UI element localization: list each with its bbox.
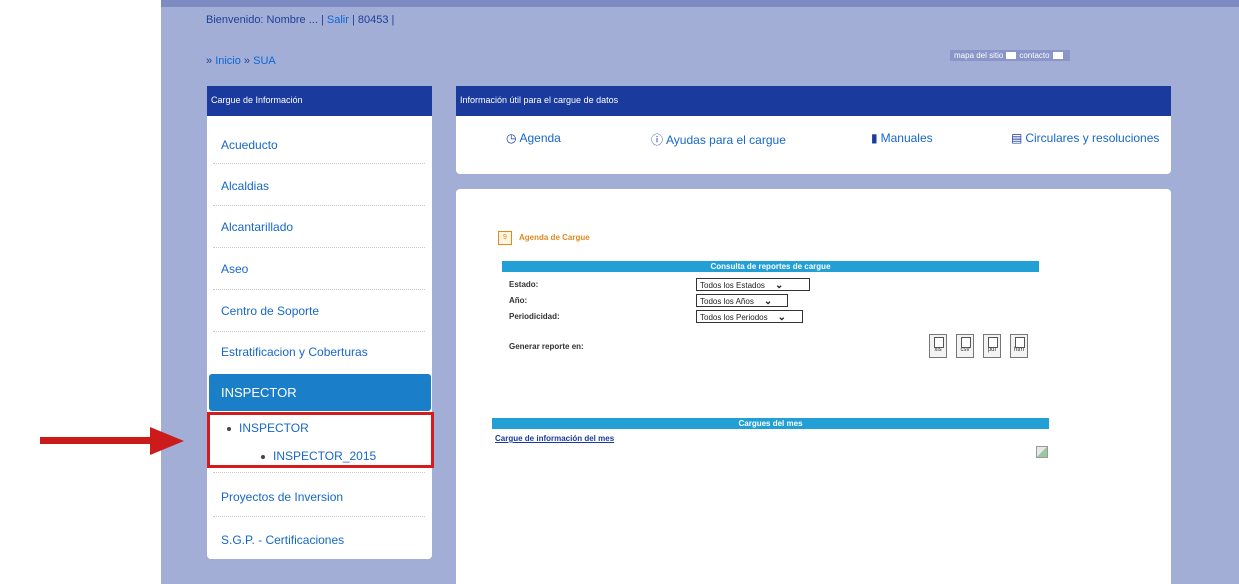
divider [213,247,425,248]
top-bar [161,0,1239,7]
agenda-link[interactable]: ◷ Agenda [506,131,561,145]
anio-select[interactable]: Todos los Años ⌄ [696,294,788,307]
chevron-down-icon: ⌄ [774,280,784,291]
mail-icon [1052,52,1063,60]
sidebar-item-alcaldias[interactable]: Alcaldias [221,179,269,193]
sidebar-item-centro-soporte[interactable]: Centro de Soporte [221,304,319,318]
sidebar-title: Cargue de Información [207,86,432,116]
filter-label-estado: Estado: [509,280,539,289]
welcome-bar: Bienvenido: Nombre ... | Salir | 80453 | [206,14,394,26]
breadcrumb-home[interactable]: Inicio [215,55,241,67]
logout-link[interactable]: Salir [327,14,349,26]
book-icon: ▮ [871,131,878,145]
periodicidad-select-value: Todos los Periodos [700,313,768,322]
divider [213,516,425,517]
sidebar-item-acueducto[interactable]: Acueducto [221,138,278,152]
circulars-label: Circulares y resoluciones [1025,131,1160,145]
breadcrumb-current[interactable]: SUA [253,55,276,67]
help-icon: ⓘ [651,133,664,147]
sidebar-item-proyectos[interactable]: Proyectos de Inversion [221,490,343,504]
contact-link[interactable]: contacto [1019,51,1049,60]
month-upload-link[interactable]: Cargue de información del mes [495,434,614,443]
clock-icon: ◷ [506,131,517,145]
info-panel: ◷ Agenda ⓘ Ayudas para el cargue ▮ Manuales… [456,116,1171,174]
annotation-arrow-shaft [40,437,156,444]
estado-select-value: Todos los Estados [700,281,765,290]
agenda-title: Agenda de Cargue [519,233,590,242]
broken-image-icon [1036,446,1048,458]
breadcrumb: » Inicio » SUA [206,55,276,67]
estado-select[interactable]: Todos los Estados ⌄ [696,278,810,291]
periodicidad-select[interactable]: Todos los Periodos ⌄ [696,310,803,323]
chevron-down-icon: ⌄ [777,312,786,323]
arrow-right-icon [150,427,184,455]
agenda-label: Agenda [519,131,561,145]
divider [213,331,425,332]
htm-export-button[interactable]: htm [1010,334,1028,358]
report-label: Generar reporte en: [509,342,584,351]
circulars-link[interactable]: ▤ Circulares y resoluciones [1011,131,1159,145]
manuals-link[interactable]: ▮ Manuales [871,131,933,145]
filter-label-anio: Año: [509,296,528,305]
chevron-down-icon: ⌄ [763,296,773,307]
highlight-box [207,412,434,468]
breadcrumb-separator: » [240,55,254,67]
query-bar: Consulta de reportes de cargue [502,261,1039,272]
manuals-label: Manuales [880,131,933,145]
sidebar-item-inspector-active[interactable]: INSPECTOR [209,374,431,411]
month-bar: Cargues del mes [492,418,1049,429]
sidebar-item-estratificacion[interactable]: Estratificacion y Coberturas [221,345,368,359]
sidebar-item-aseo[interactable]: Aseo [221,262,248,276]
main-content: 9 Agenda de Cargue Consulta de reportes … [456,189,1171,584]
help-link[interactable]: ⓘ Ayudas para el cargue [651,131,786,148]
divider [213,472,425,473]
user-id: | 80453 | [348,14,395,26]
sidebar-item-alcantarillado[interactable]: Alcantarillado [221,220,293,234]
help-label: Ayudas para el cargue [666,133,786,147]
welcome-text: Bienvenido: Nombre ... | [206,14,327,26]
sidebar: Acueducto Alcaldias Alcantarillado Aseo … [207,116,432,559]
sidebar-item-sgp[interactable]: S.G.P. - Certificaciones [221,533,344,547]
breadcrumb-prefix: » [206,55,216,67]
filter-label-periodicidad: Periodicidad: [509,312,560,321]
calendar-icon: 9 [498,231,512,245]
pdf-export-button[interactable]: pdf [983,334,1001,358]
anio-select-value: Todos los Años [700,297,754,306]
sitemap-icon [1006,52,1017,60]
sitemap-link[interactable]: mapa del sitio [954,51,1003,60]
divider [213,289,425,290]
site-links: mapa del sitio contacto [950,50,1070,61]
info-panel-title: Información útil para el cargue de datos [456,86,1171,116]
divider [213,163,425,164]
xls-export-button[interactable]: xls [929,334,947,358]
csv-export-button[interactable]: csv [956,334,974,358]
divider [213,205,425,206]
newspaper-icon: ▤ [1011,131,1023,145]
